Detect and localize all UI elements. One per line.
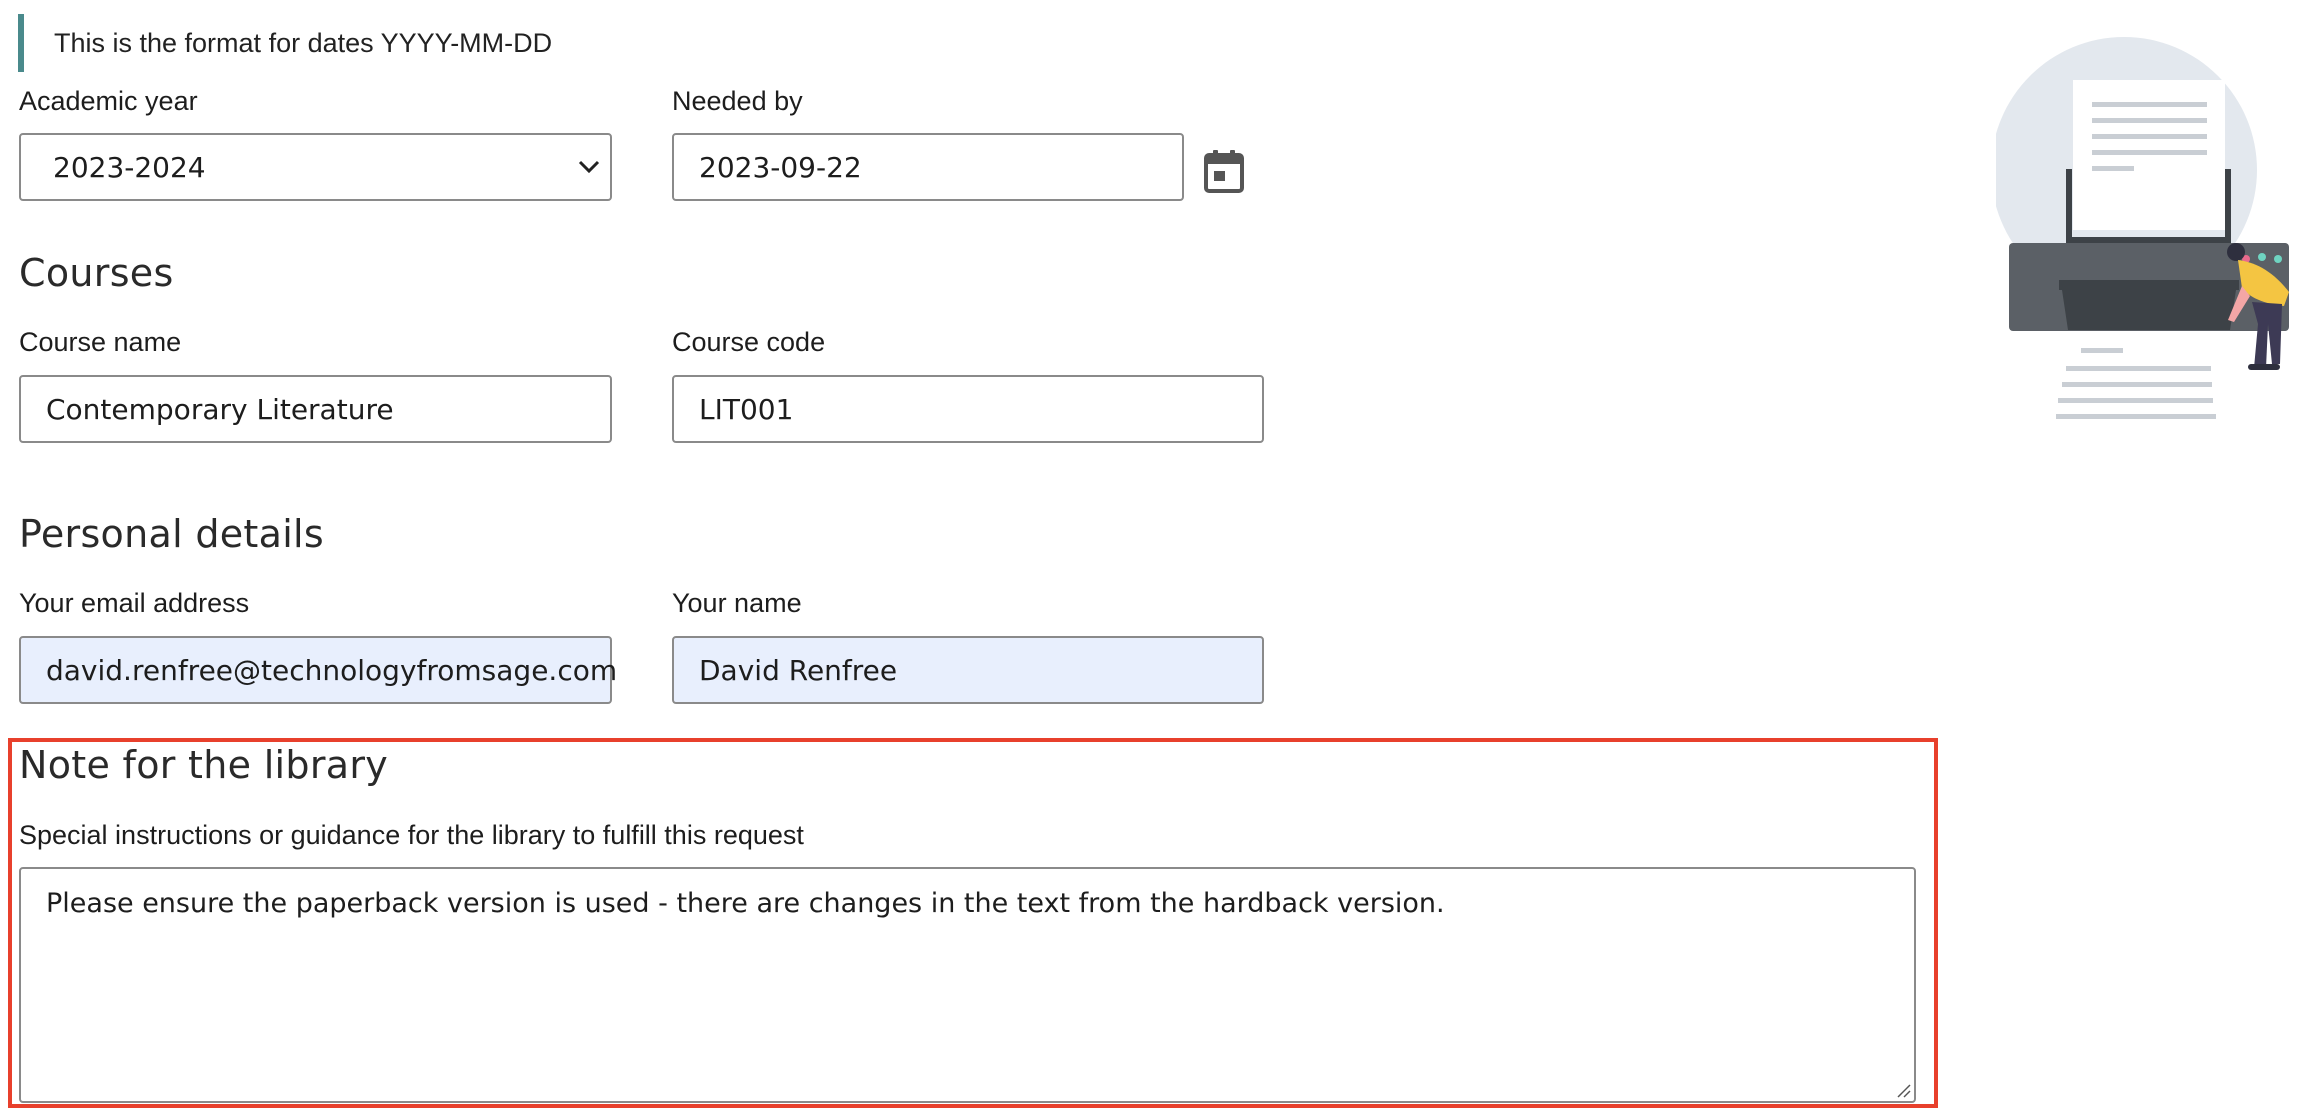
your-name-label: Your name [672, 588, 802, 618]
your-name-value: David Renfree [699, 653, 898, 687]
course-name-input[interactable]: Contemporary Literature [19, 375, 612, 443]
needed-by-date-input[interactable]: 2023-09-22 [672, 133, 1184, 201]
calendar-icon[interactable] [1204, 149, 1244, 193]
note-textarea[interactable]: Please ensure the paperback version is u… [19, 867, 1916, 1103]
course-code-value: LIT001 [699, 392, 794, 426]
academic-year-value: 2023-2024 [53, 150, 206, 184]
personal-details-heading: Personal details [19, 512, 325, 556]
note-heading: Note for the library [19, 743, 389, 787]
note-text: Please ensure the paperback version is u… [46, 888, 1445, 919]
needed-by-label: Needed by [672, 86, 803, 116]
date-format-hint-text: This is the format for dates YYYY-MM-DD [54, 27, 553, 58]
courses-heading: Courses [19, 251, 174, 295]
email-label: Your email address [19, 588, 250, 618]
academic-year-select[interactable]: 2023-2024 [19, 133, 612, 201]
your-name-field[interactable]: David Renfree [672, 636, 1264, 704]
needed-by-value: 2023-09-22 [699, 150, 862, 184]
date-format-hint: This is the format for dates YYYY-MM-DD [18, 14, 552, 72]
email-field[interactable]: david.renfree@technologyfromsage.com [19, 636, 617, 704]
course-code-input[interactable]: LIT001 [672, 375, 1264, 443]
chevron-down-icon [578, 160, 600, 174]
course-code-label: Course code [672, 327, 826, 357]
note-instructions-label: Special instructions or guidance for the… [19, 820, 804, 850]
email-value: david.renfree@technologyfromsage.com [46, 653, 618, 687]
academic-year-label: Academic year [19, 86, 198, 116]
resize-handle-icon[interactable] [1895, 1082, 1911, 1098]
course-name-label: Course name [19, 327, 182, 357]
printer-illustration [1996, 37, 2289, 419]
course-name-value: Contemporary Literature [46, 392, 394, 426]
